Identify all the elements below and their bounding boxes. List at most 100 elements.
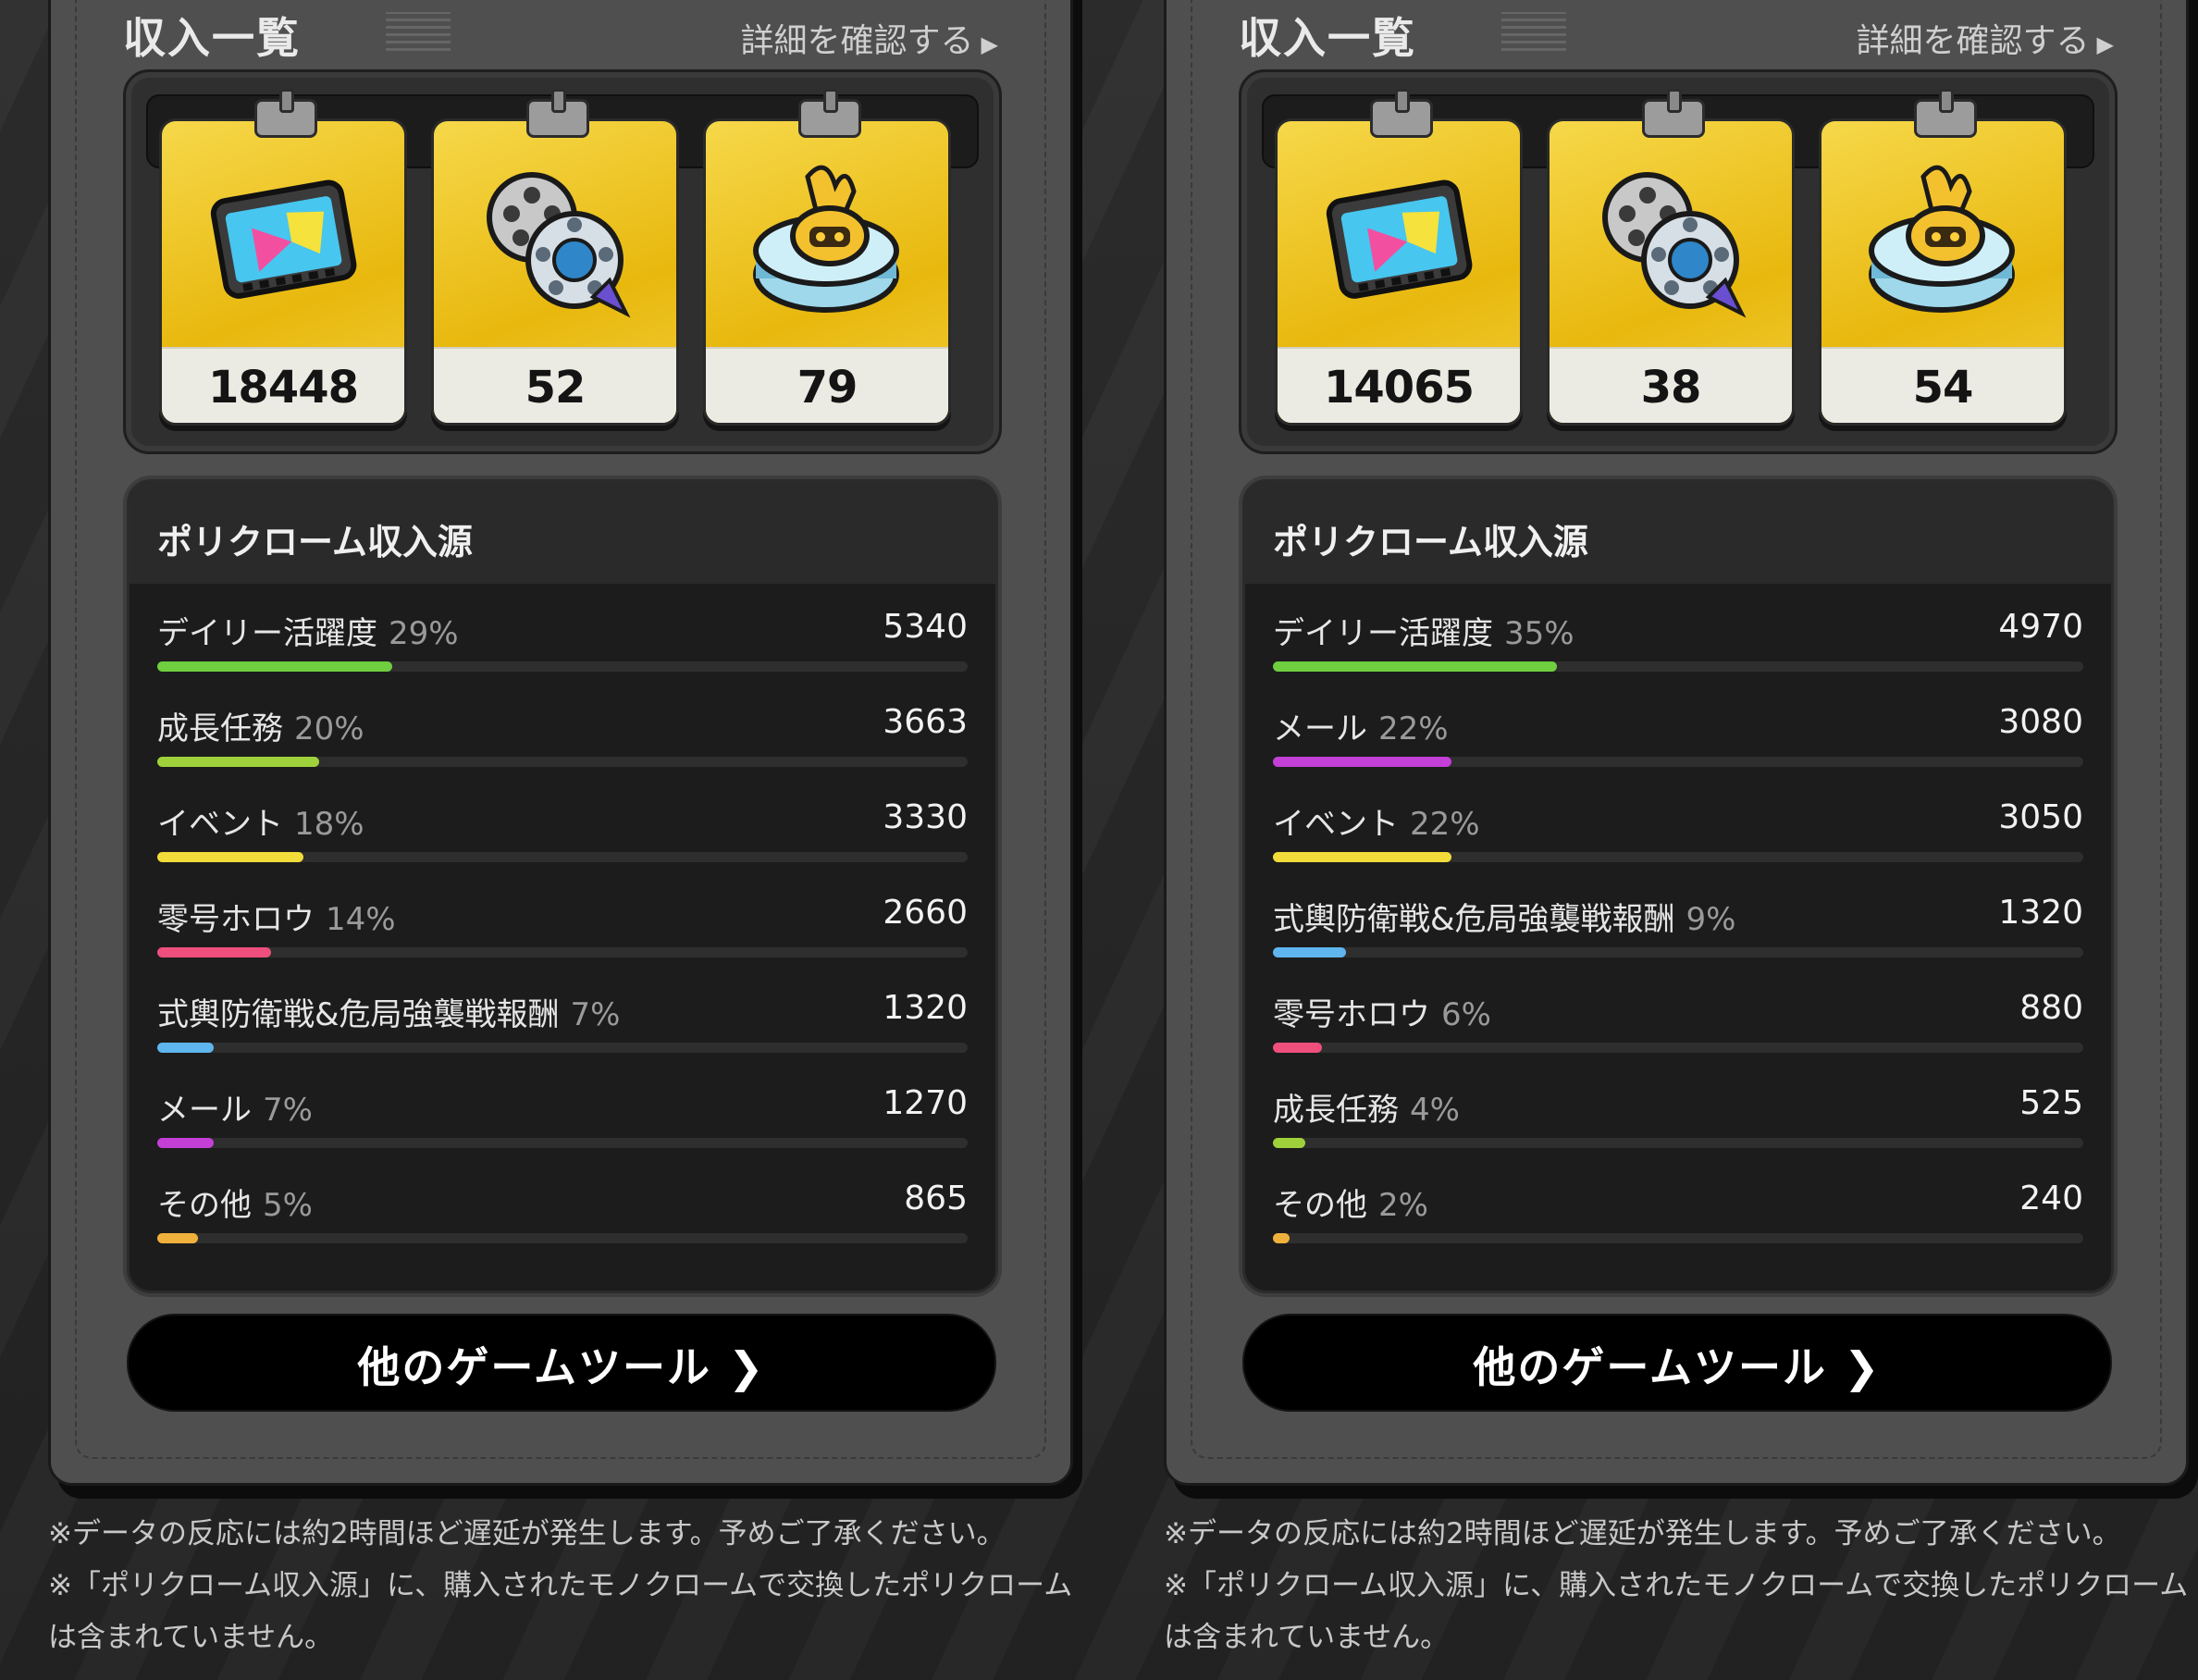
detail-link[interactable]: 詳細を確認する ▶	[741, 14, 998, 62]
source-bar	[157, 947, 968, 957]
item-value: 54	[1912, 362, 1974, 414]
income-sources-list: デイリー活躍度 29% 5340 成長任務 20% 3663 イベント 18% 3330 零…	[157, 595, 968, 1262]
income-sources-title: ポリクローム収入源	[1273, 522, 1588, 562]
clip-icon	[1914, 89, 1977, 138]
income-sources-title: ポリクローム収入源	[157, 522, 473, 562]
source-bar-fill	[157, 661, 393, 672]
item-card-film-reels[interactable]: 38	[1547, 89, 1795, 426]
source-bar-fill	[1273, 1233, 1290, 1243]
source-bar	[1273, 757, 2083, 767]
source-label: メール	[157, 1092, 252, 1129]
source-bar-fill	[1273, 1043, 1322, 1053]
source-percent: 6%	[1441, 996, 1491, 1033]
source-percent: 14%	[326, 901, 396, 938]
source-row: イベント 18% 3330	[157, 785, 968, 881]
item-card-film-reels[interactable]: 52	[431, 89, 679, 426]
detail-link[interactable]: 詳細を確認する ▶	[1857, 14, 2114, 62]
source-row: その他 5% 865	[157, 1167, 968, 1262]
detail-link-label: 詳細を確認する	[740, 22, 974, 60]
source-row: メール 7% 1270	[157, 1071, 968, 1167]
source-row: その他 2% 240	[1273, 1167, 2083, 1262]
other-game-tools-button[interactable]: 他のゲームツール ❯	[1242, 1314, 2112, 1412]
film-reels-icon	[471, 158, 637, 325]
source-value: 3050	[1998, 798, 2083, 836]
source-value: 1270	[883, 1084, 968, 1122]
source-row: 成長任務 20% 3663	[157, 690, 968, 785]
income-sources-panel: ポリクローム収入源 デイリー活躍度 29% 5340 成長任務 20% 3663 イベン…	[127, 479, 998, 1293]
source-value: 4970	[1998, 608, 2083, 646]
source-row: 零号ホロウ 14% 2660	[157, 881, 968, 976]
other-game-tools-button[interactable]: 他のゲームツール ❯	[127, 1314, 996, 1412]
item-value: 14065	[1324, 362, 1475, 414]
source-bar-fill	[1273, 947, 1346, 957]
source-label: イベント	[157, 806, 283, 843]
item-card-bangboo[interactable]: 79	[703, 89, 951, 426]
source-bar-fill	[157, 1233, 198, 1243]
income-panel-left: 収入一覧 詳細を確認する ▶ 18448 52 79 ポリクローム収入源 デイリ…	[0, 0, 1099, 1680]
source-bar-fill	[1273, 1138, 1306, 1148]
source-bar-fill	[157, 947, 271, 957]
panel-header: 収入一覧 詳細を確認する ▶	[1239, 5, 2114, 63]
decorative-stripes	[1501, 12, 1566, 51]
source-bar	[157, 1138, 968, 1148]
source-bar	[1273, 1043, 2083, 1053]
source-label: 零号ホロウ	[157, 901, 315, 938]
source-bar-fill	[157, 1043, 215, 1053]
panel-header: 収入一覧 詳細を確認する ▶	[123, 5, 998, 63]
source-row: 式輿防衛戦&危局強襲戦報酬 9% 1320	[1273, 881, 2083, 976]
source-percent: 22%	[1378, 710, 1449, 747]
bangboo-badge-icon	[743, 158, 909, 325]
source-percent: 7%	[263, 1092, 313, 1129]
other-game-tools-label: 他のゲームツール ❯	[357, 1342, 766, 1392]
income-sources-panel: ポリクローム収入源 デイリー活躍度 35% 4970 メール 22% 3080 イベント…	[1242, 479, 2114, 1293]
source-bar-fill	[157, 1138, 215, 1148]
source-value: 3663	[883, 703, 968, 741]
panel-frame: 収入一覧 詳細を確認する ▶	[1164, 0, 2189, 1486]
section-title: 収入一覧	[1239, 13, 1416, 63]
item-value: 79	[796, 362, 858, 414]
note-delay: ※データの反応には約2時間ほど遅延が発生します。予めご了承ください。	[48, 1517, 1006, 1550]
source-percent: 29%	[389, 615, 459, 652]
clip-icon	[798, 89, 861, 138]
source-bar	[1273, 947, 2083, 957]
source-label: 成長任務	[157, 710, 283, 747]
source-bar-fill	[1273, 661, 1557, 672]
source-label: デイリー活躍度	[157, 615, 377, 652]
clip-icon	[1642, 89, 1705, 138]
source-label: 式輿防衛戦&危局強襲戦報酬	[1273, 901, 1675, 938]
source-percent: 7%	[570, 996, 621, 1033]
source-bar-fill	[157, 757, 320, 767]
source-percent: 35%	[1504, 615, 1574, 652]
source-percent: 4%	[1410, 1092, 1460, 1129]
bangboo-badge-icon	[1858, 158, 2025, 325]
source-bar	[1273, 1138, 2083, 1148]
source-value: 5340	[883, 608, 968, 646]
note-delay: ※データの反応には約2時間ほど遅延が発生します。予めご了承ください。	[1164, 1517, 2121, 1550]
income-panel-right: 収入一覧 詳細を確認する ▶ 14065 38 54 ポリクローム収入源 デイリ…	[1099, 0, 2198, 1680]
income-sources-list: デイリー活躍度 35% 4970 メール 22% 3080 イベント 22% 3050 式輿…	[1273, 595, 2083, 1262]
source-value: 3080	[1998, 703, 2083, 741]
source-label: その他	[1273, 1187, 1367, 1224]
source-percent: 20%	[294, 710, 364, 747]
source-row: デイリー活躍度 29% 5340	[157, 595, 968, 690]
source-label: イベント	[1273, 806, 1399, 843]
clip-icon	[1370, 89, 1433, 138]
note-exclusion: ※「ポリクローム収入源」に、購入されたモノクロームで交換したポリクロームは含まれ…	[48, 1569, 1073, 1654]
source-bar	[157, 661, 968, 672]
item-card-film-ticket[interactable]: 18448	[159, 89, 407, 426]
source-value: 880	[2019, 989, 2083, 1027]
notes: ※データの反応には約2時間ほど遅延が発生します。予めご了承ください。 ※「ポリク…	[1164, 1508, 2198, 1663]
notes: ※データの反応には約2時間ほど遅延が発生します。予めご了承ください。 ※「ポリク…	[48, 1508, 1084, 1663]
item-card-bangboo[interactable]: 54	[1819, 89, 2067, 426]
film-reels-icon	[1587, 158, 1753, 325]
source-row: 零号ホロウ 6% 880	[1273, 976, 2083, 1071]
source-value: 3330	[883, 798, 968, 836]
source-row: イベント 22% 3050	[1273, 785, 2083, 881]
play-triangle-icon: ▶	[981, 31, 998, 57]
film-reel-ticket-icon	[1315, 158, 1481, 325]
source-bar-fill	[157, 852, 303, 862]
source-bar-fill	[1273, 852, 1451, 862]
source-bar	[157, 1233, 968, 1243]
play-triangle-icon: ▶	[2096, 31, 2114, 57]
item-card-film-ticket[interactable]: 14065	[1275, 89, 1523, 426]
